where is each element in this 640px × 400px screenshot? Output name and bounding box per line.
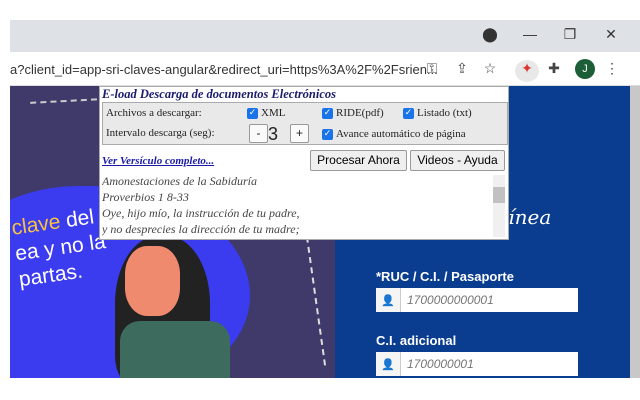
page-scrollbar[interactable] [630, 86, 640, 378]
ride-label: RIDE(pdf) [336, 107, 384, 119]
listado-checkbox[interactable]: ✓ Listado (txt) [403, 107, 472, 119]
ruc-field[interactable]: 👤 [376, 288, 578, 312]
avatar[interactable]: J [575, 59, 595, 79]
check-icon: ✓ [403, 107, 414, 119]
interval-label: Intervalo descarga (seg): [106, 127, 215, 139]
ride-checkbox[interactable]: ✓ RIDE(pdf) [322, 107, 384, 119]
increment-button[interactable]: + [290, 124, 309, 143]
minimize-button[interactable]: — [520, 26, 540, 42]
user-icon: 👤 [376, 288, 401, 312]
puzzle-icon[interactable]: ✚ [544, 60, 564, 77]
auto-advance-checkbox[interactable]: ✓ Avance automático de página [322, 128, 466, 140]
tab-strip [10, 20, 640, 52]
restore-button[interactable]: ❐ [560, 26, 580, 43]
check-icon: ✓ [322, 107, 333, 119]
verse-line: Proverbios 1 8-33 [102, 190, 189, 204]
options-panel: Archivos a descargar: ✓ XML ✓ RIDE(pdf) ✓ L… [102, 102, 508, 145]
decor-dash [305, 236, 327, 366]
share-icon[interactable]: ⇪ [452, 60, 472, 77]
close-button[interactable]: ✕ [601, 26, 621, 43]
profile-menu-icon[interactable]: ⬤ [480, 26, 500, 43]
check-icon: ✓ [247, 107, 258, 119]
ruc-input[interactable] [401, 288, 578, 312]
decrement-button[interactable]: - [249, 124, 268, 143]
scroll-thumb[interactable] [493, 187, 505, 203]
address-bar: a?client_id=app-sri-claves-angular&redir… [10, 52, 640, 86]
verse-line: y no desprecies la dirección de tu madre… [102, 222, 300, 236]
verse-link[interactable]: Ver Versículo completo... [102, 155, 214, 167]
verse-line: Oye, hijo mío, la instrucción de tu padr… [102, 206, 300, 220]
extension-icon[interactable]: ✦ [515, 60, 539, 82]
auto-advance-label: Avance automático de página [336, 128, 466, 140]
star-icon[interactable]: ☆ [480, 60, 500, 77]
xml-checkbox[interactable]: ✓ XML [247, 107, 285, 119]
menu-icon[interactable]: ⋮ [602, 60, 622, 77]
ci-field[interactable]: 👤 [376, 352, 578, 376]
videos-help-button[interactable]: Videos - Ayuda [410, 150, 505, 171]
verse-textarea[interactable]: Amonestaciones de la Sabiduría Proverbio… [102, 173, 506, 237]
textarea-scrollbar[interactable] [493, 175, 505, 237]
listado-label: Listado (txt) [417, 107, 472, 119]
slogan: clave del ea y no la partas. [10, 203, 111, 293]
eload-popup: E-load Descarga de documentos Electrónic… [99, 86, 509, 240]
user-plus-icon: 👤 [376, 352, 401, 376]
check-icon: ✓ [322, 128, 333, 140]
illustration-face [125, 246, 180, 316]
key-icon[interactable]: ⚿ [422, 60, 442, 77]
url-text[interactable]: a?client_id=app-sri-claves-angular&redir… [10, 62, 438, 77]
files-label: Archivos a descargar: [106, 107, 202, 119]
process-button[interactable]: Procesar Ahora [310, 150, 407, 171]
verse-line: Amonestaciones de la Sabiduría [102, 174, 257, 188]
ci-input[interactable] [401, 352, 578, 376]
interval-value: 3 [268, 124, 279, 144]
xml-label: XML [261, 107, 286, 119]
ruc-label: *RUC / C.I. / Pasaporte [376, 269, 514, 284]
popup-title: E-load Descarga de documentos Electrónic… [102, 87, 337, 101]
illustration-body [120, 321, 230, 378]
ci-label: C.I. adicional [376, 333, 457, 348]
